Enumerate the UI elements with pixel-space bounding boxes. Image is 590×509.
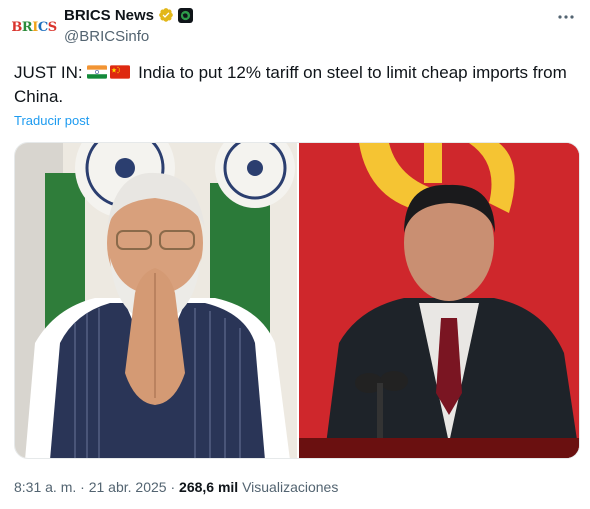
more-options-icon[interactable]	[556, 9, 576, 25]
meta-separator-2: ·	[166, 479, 180, 495]
translate-post-link[interactable]: Traducir post	[14, 113, 89, 128]
author-display-name[interactable]: BRICS News	[64, 7, 154, 24]
post-time[interactable]: 8:31 a. m.	[14, 479, 76, 495]
tweet-header: BRICS BRICS News @BRICSinfo	[11, 5, 580, 49]
india-flag-icon	[87, 65, 108, 79]
views-label: Visualizaciones	[242, 479, 339, 495]
china-leader-photo[interactable]	[299, 143, 579, 458]
india-leader-image	[15, 143, 297, 458]
india-leader-photo[interactable]	[15, 143, 297, 458]
author-avatar[interactable]: BRICS	[11, 7, 57, 47]
china-flag-icon	[110, 65, 131, 79]
views-count: 268,6 mil	[179, 479, 239, 495]
china-leader-image	[299, 143, 579, 458]
tweet-media[interactable]	[14, 142, 580, 459]
globe-icon	[180, 10, 191, 20]
post-date[interactable]: 21 abr. 2025	[89, 479, 167, 495]
gold-verified-icon	[159, 8, 173, 22]
tweet-text: JUST IN: India to put 12% tariff on stee…	[14, 61, 584, 109]
text-prefix: JUST IN:	[14, 63, 83, 82]
author-names: BRICS News @BRICSinfo	[64, 5, 194, 45]
tweet-meta: 8:31 a. m. · 21 abr. 2025 · 268,6 mil Vi…	[14, 479, 338, 495]
affiliate-badge-icon[interactable]	[178, 7, 194, 23]
tweet-card: BRICS BRICS News @BRICSinfo JUST IN: Ind…	[0, 0, 590, 509]
author-handle[interactable]: @BRICSinfo	[64, 28, 193, 45]
meta-separator: ·	[76, 479, 89, 495]
